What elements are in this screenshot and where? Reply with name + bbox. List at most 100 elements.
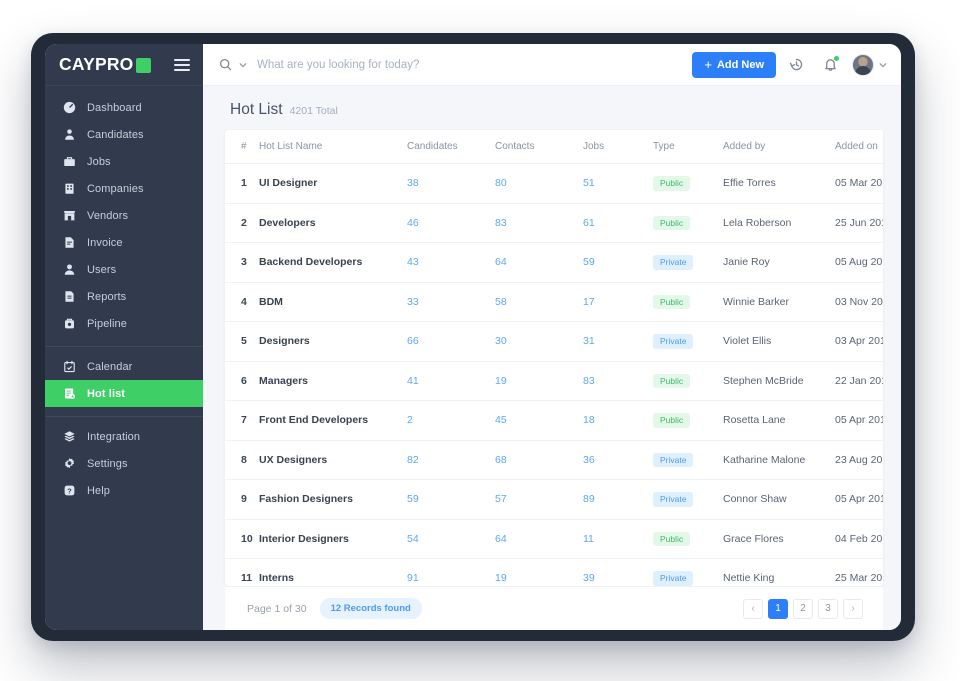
row-contacts-count[interactable]: 64 bbox=[495, 256, 507, 268]
row-jobs-count[interactable]: 11 bbox=[583, 533, 594, 545]
row-contacts-count[interactable]: 64 bbox=[495, 533, 507, 545]
sidebar-item-vendors[interactable]: Vendors bbox=[45, 202, 203, 229]
table-row[interactable]: 6 Managers 41 19 83 Public Stephen McBride 22 J… bbox=[225, 361, 883, 401]
sidebar-item-candidates[interactable]: Candidates bbox=[45, 121, 203, 148]
row-jobs-count[interactable]: 39 bbox=[583, 572, 595, 584]
table-row[interactable]: 2 Developers 46 83 61 Public Lela Roberson 25 J… bbox=[225, 203, 883, 243]
row-contacts-count[interactable]: 45 bbox=[495, 414, 507, 426]
column-header-jobs[interactable]: Jobs bbox=[583, 130, 653, 164]
row-added-on: 03 Apr 2017 bbox=[835, 321, 883, 362]
sidebar-label: Help bbox=[87, 484, 111, 497]
sidebar-item-help[interactable]: ? Help bbox=[45, 477, 203, 504]
row-added-by: Grace Flores bbox=[723, 519, 835, 559]
row-contacts-count[interactable]: 19 bbox=[495, 375, 507, 387]
sidebar-item-calendar[interactable]: Calendar bbox=[45, 353, 203, 380]
row-index: 4 bbox=[225, 282, 259, 322]
row-contacts-count[interactable]: 30 bbox=[495, 335, 507, 347]
column-header-candidates[interactable]: Candidates bbox=[407, 130, 495, 164]
row-candidates-count[interactable]: 54 bbox=[407, 533, 419, 545]
row-candidates-count[interactable]: 43 bbox=[407, 256, 419, 268]
row-index: 5 bbox=[225, 321, 259, 362]
row-contacts-count[interactable]: 68 bbox=[495, 454, 507, 466]
row-contacts-count[interactable]: 58 bbox=[495, 296, 507, 308]
sidebar-item-settings[interactable]: Settings bbox=[45, 450, 203, 477]
table-row[interactable]: 7 Front End Developers 2 45 18 Public Rosetta … bbox=[225, 400, 883, 441]
search-input[interactable] bbox=[257, 58, 693, 71]
row-hot-list-name[interactable]: BDM bbox=[259, 282, 407, 322]
table-row[interactable]: 10 Interior Designers 54 64 11 Public Grace Fl… bbox=[225, 519, 883, 559]
search-filter-chevron-down-icon[interactable] bbox=[239, 61, 247, 69]
row-candidates-count[interactable]: 33 bbox=[407, 296, 419, 308]
row-jobs-count[interactable]: 36 bbox=[583, 454, 595, 466]
table-row[interactable]: 11 Interns 91 19 39 Private Nettie King 25 Mar … bbox=[225, 559, 883, 587]
pagination-page-2[interactable]: 2 bbox=[793, 598, 813, 619]
row-jobs-count[interactable]: 59 bbox=[583, 256, 595, 268]
hamburger-menu-icon[interactable] bbox=[174, 58, 190, 71]
row-index: 6 bbox=[225, 361, 259, 401]
table-row[interactable]: 4BDM33 58 17 Public Winnie Barker03 Nov 2017… bbox=[225, 282, 883, 322]
sidebar-item-dashboard[interactable]: Dashboard bbox=[45, 94, 203, 121]
table-row[interactable]: 1 UI Designer 38 80 51 Public Effie Torres 05 M… bbox=[225, 163, 883, 204]
notifications-bell-icon[interactable] bbox=[816, 51, 844, 79]
row-hot-list-name[interactable]: Managers bbox=[259, 361, 407, 401]
sidebar-item-pipeline[interactable]: Pipeline bbox=[45, 310, 203, 337]
row-jobs-count[interactable]: 89 bbox=[583, 493, 595, 505]
row-hot-list-name[interactable]: Front End Developers bbox=[259, 400, 407, 441]
row-candidates-count[interactable]: 41 bbox=[407, 375, 419, 387]
column-header-added-by[interactable]: Added by bbox=[723, 130, 835, 164]
sidebar-item-reports[interactable]: Reports bbox=[45, 283, 203, 310]
row-candidates-count[interactable]: 2 bbox=[407, 414, 413, 426]
sidebar-label: Reports bbox=[87, 290, 127, 303]
pagination-prev[interactable]: ‹ bbox=[743, 598, 763, 619]
sidebar-item-hot-list[interactable]: Hot list bbox=[45, 380, 203, 407]
row-hot-list-name[interactable]: UI Designer bbox=[259, 163, 407, 204]
sidebar-item-integration[interactable]: Integration bbox=[45, 423, 203, 450]
row-hot-list-name[interactable]: Developers bbox=[259, 203, 407, 243]
row-hot-list-name[interactable]: Designers bbox=[259, 321, 407, 362]
column-header-contacts[interactable]: Contacts bbox=[495, 130, 583, 164]
sidebar-item-companies[interactable]: Companies bbox=[45, 175, 203, 202]
row-hot-list-name[interactable]: Interns bbox=[259, 559, 407, 587]
table-row[interactable]: 9 Fashion Designers 59 57 89 Private Connor Sh… bbox=[225, 479, 883, 520]
row-jobs-count[interactable]: 17 bbox=[583, 296, 595, 308]
column-header-num[interactable]: # bbox=[225, 130, 259, 164]
sidebar-item-users[interactable]: Users bbox=[45, 256, 203, 283]
row-hot-list-name[interactable]: Fashion Designers bbox=[259, 479, 407, 520]
pagination-page-3[interactable]: 3 bbox=[818, 598, 838, 619]
row-jobs-count[interactable]: 31 bbox=[583, 335, 595, 347]
row-jobs-count[interactable]: 83 bbox=[583, 375, 595, 387]
row-hot-list-name[interactable]: UX Designers bbox=[259, 440, 407, 480]
table-row[interactable]: 3 Backend Developers 43 64 59 Private Janie Ro… bbox=[225, 242, 883, 283]
row-candidates-count[interactable]: 59 bbox=[407, 493, 419, 505]
column-header-type[interactable]: Type bbox=[653, 130, 723, 164]
column-header-added-on[interactable]: Added on bbox=[835, 130, 883, 164]
pagination-page-1[interactable]: 1 bbox=[768, 598, 788, 619]
row-candidates-count[interactable]: 91 bbox=[407, 572, 419, 584]
row-hot-list-name[interactable]: Interior Designers bbox=[259, 519, 407, 559]
search-icon[interactable] bbox=[219, 58, 232, 71]
column-header-name[interactable]: Hot List Name bbox=[259, 130, 407, 164]
history-icon[interactable] bbox=[782, 51, 810, 79]
add-new-button[interactable]: + Add New bbox=[692, 51, 776, 78]
row-contacts-count[interactable]: 80 bbox=[495, 177, 507, 189]
row-added-by: Lela Roberson bbox=[723, 203, 835, 243]
app-screen: CAYPRO Dashboard Candidates Jobs Compani… bbox=[45, 44, 901, 630]
table-row[interactable]: 5 Designers 66 30 31 Private Violet Ellis 03 Ap… bbox=[225, 321, 883, 362]
row-jobs-count[interactable]: 18 bbox=[583, 414, 595, 426]
user-menu[interactable] bbox=[852, 53, 887, 76]
row-candidates-count[interactable]: 38 bbox=[407, 177, 419, 189]
row-jobs-count[interactable]: 61 bbox=[583, 217, 595, 229]
row-contacts-count[interactable]: 83 bbox=[495, 217, 507, 229]
sidebar-item-invoice[interactable]: Invoice bbox=[45, 229, 203, 256]
sidebar-item-jobs[interactable]: Jobs bbox=[45, 148, 203, 175]
pagination-next[interactable]: › bbox=[843, 598, 863, 619]
row-contacts-count[interactable]: 57 bbox=[495, 493, 507, 505]
table-row[interactable]: 8 UX Designers 82 68 36 Private Katharine Malo… bbox=[225, 440, 883, 480]
row-hot-list-name[interactable]: Backend Developers bbox=[259, 242, 407, 283]
row-candidates-count[interactable]: 82 bbox=[407, 454, 419, 466]
row-candidates-count[interactable]: 46 bbox=[407, 217, 419, 229]
table-footer: Page 1 of 30 12 Records found ‹ 1 2 3 › bbox=[225, 586, 883, 630]
row-candidates-count[interactable]: 66 bbox=[407, 335, 419, 347]
row-contacts-count[interactable]: 19 bbox=[495, 572, 507, 584]
row-jobs-count[interactable]: 51 bbox=[583, 177, 595, 189]
